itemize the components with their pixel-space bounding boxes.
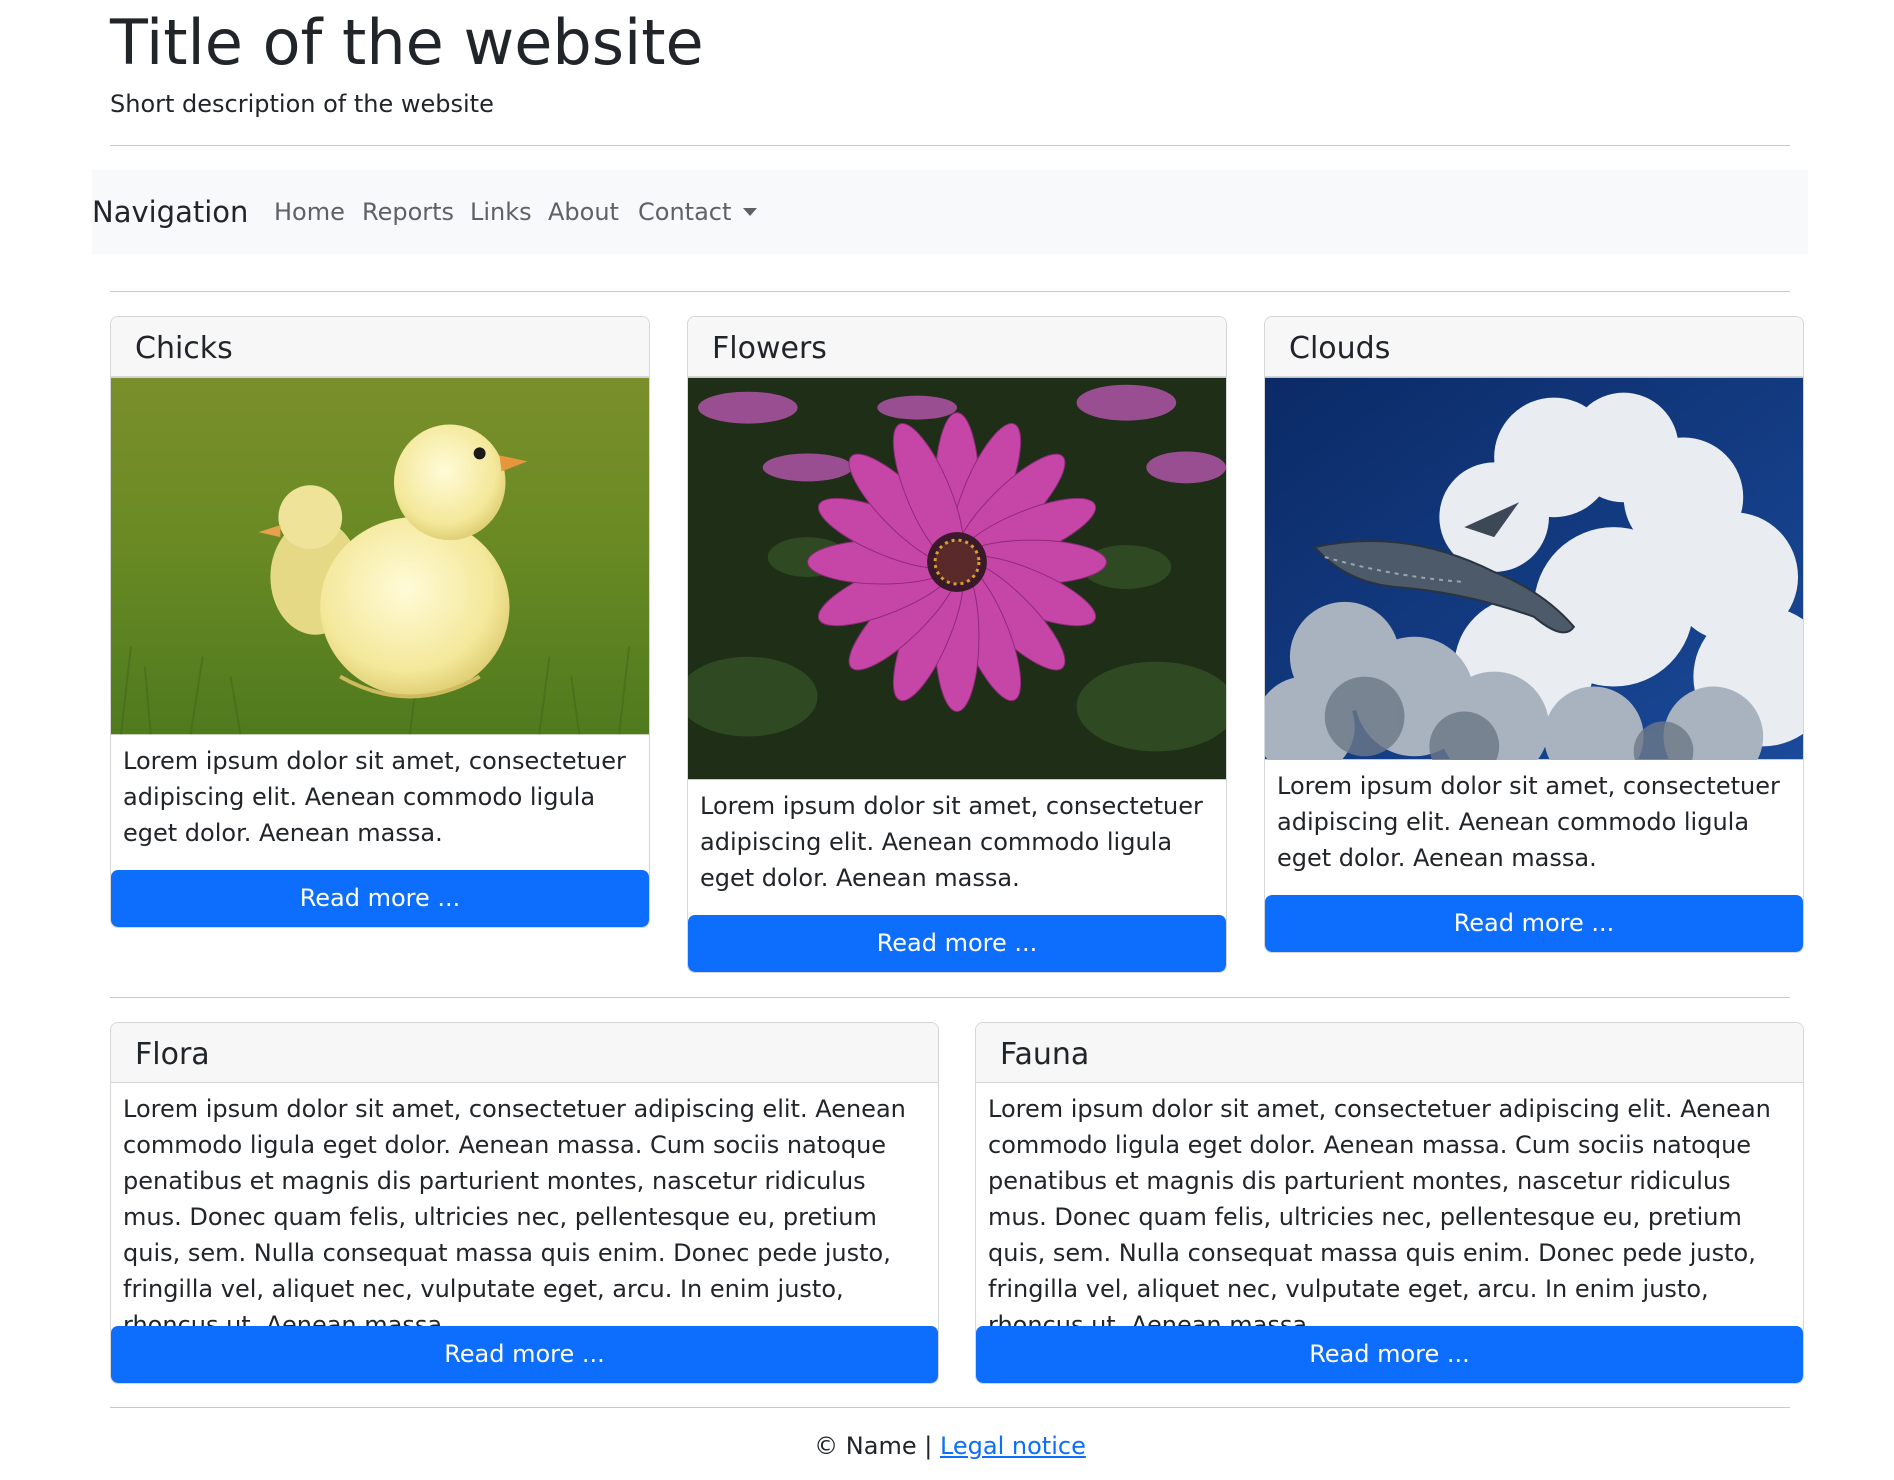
card-text: Lorem ipsum dolor sit amet, consectetuer…	[1277, 772, 1780, 872]
read-more-button[interactable]: Read more ...	[688, 915, 1226, 972]
site-title: Title of the website	[110, 6, 704, 79]
read-more-button[interactable]: Read more ...	[111, 1326, 938, 1383]
card-text: Lorem ipsum dolor sit amet, consectetuer…	[988, 1095, 1771, 1339]
footer-copyright: © Name |	[814, 1432, 933, 1460]
site-description: Short description of the website	[110, 90, 494, 118]
card-text: Lorem ipsum dolor sit amet, consectetuer…	[123, 1095, 906, 1339]
read-more-button[interactable]: Read more ...	[111, 870, 649, 927]
card-title: Fauna	[976, 1023, 1803, 1083]
card-fauna: Fauna Lorem ipsum dolor sit amet, consec…	[975, 1022, 1804, 1384]
navbar-brand[interactable]: Navigation	[92, 170, 248, 254]
chicks-image	[111, 377, 649, 735]
read-more-button[interactable]: Read more ...	[1265, 895, 1803, 952]
nav-link-links[interactable]: Links	[470, 170, 532, 254]
card-title: Chicks	[111, 317, 649, 377]
divider	[110, 997, 1790, 998]
divider	[110, 291, 1790, 292]
card-title: Clouds	[1265, 317, 1803, 377]
card-title: Flora	[111, 1023, 938, 1083]
legal-notice-link[interactable]: Legal notice	[940, 1432, 1086, 1460]
nav-dropdown-contact[interactable]: Contact	[638, 170, 758, 254]
flower-image	[688, 377, 1226, 780]
navbar: Navigation Home Reports Links About Cont…	[92, 170, 1808, 254]
nav-link-contact-label: Contact	[638, 198, 732, 226]
card-text: Lorem ipsum dolor sit amet, consectetuer…	[123, 747, 626, 847]
divider	[110, 145, 1790, 146]
card-title: Flowers	[688, 317, 1226, 377]
whale-clouds-image	[1265, 377, 1803, 760]
nav-link-reports[interactable]: Reports	[362, 170, 454, 254]
nav-link-about[interactable]: About	[548, 170, 619, 254]
footer: © Name | Legal notice	[110, 1430, 1790, 1462]
caret-down-icon	[743, 208, 758, 216]
nav-link-home[interactable]: Home	[274, 170, 345, 254]
card-clouds: Clouds Lorem ipsum dolor sit amet, conse…	[1264, 316, 1804, 953]
divider	[110, 1407, 1790, 1408]
card-flowers: Flowers Lorem ipsum dolor sit amet, cons…	[687, 316, 1227, 973]
card-text: Lorem ipsum dolor sit amet, consectetuer…	[700, 792, 1203, 892]
card-chicks: Chicks Lorem ipsum dolor sit amet, conse…	[110, 316, 650, 928]
card-flora: Flora Lorem ipsum dolor sit amet, consec…	[110, 1022, 939, 1384]
read-more-button[interactable]: Read more ...	[976, 1326, 1803, 1383]
